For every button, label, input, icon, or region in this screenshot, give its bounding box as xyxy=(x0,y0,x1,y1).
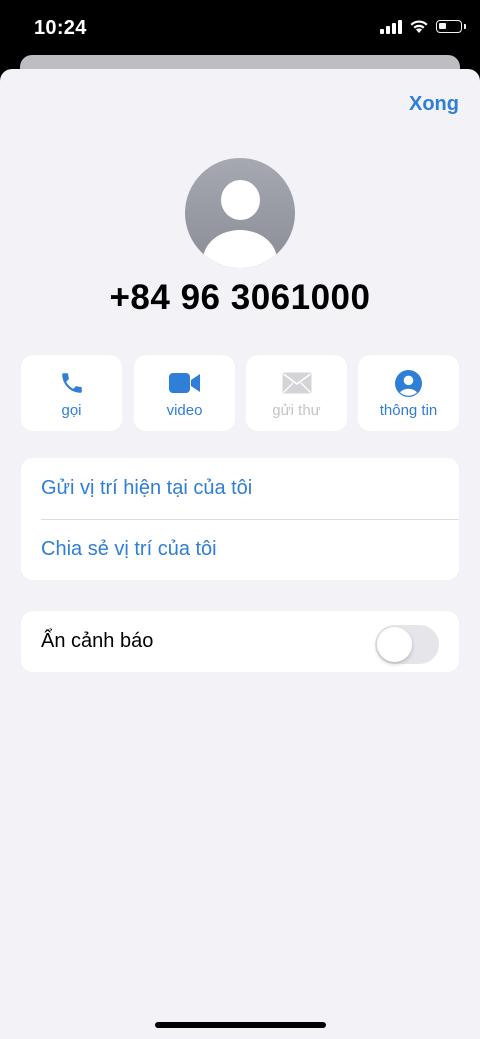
done-button[interactable]: Xong xyxy=(409,93,459,116)
info-button[interactable]: thông tin xyxy=(358,355,459,431)
person-circle-icon xyxy=(395,369,422,397)
send-current-location-row[interactable]: Gửi vị trí hiện tại của tôi xyxy=(21,458,459,519)
home-indicator xyxy=(155,1022,326,1028)
share-location-row[interactable]: Chia sẻ vị trí của tôi xyxy=(21,519,459,580)
mail-button[interactable]: gửi thư xyxy=(246,355,347,431)
status-bar: 10:24 xyxy=(0,0,480,60)
phone-number: +84 96 3061000 xyxy=(109,278,371,317)
avatar-body xyxy=(203,230,277,268)
hide-alerts-row: Ẩn cảnh báo xyxy=(21,611,459,672)
video-camera-icon xyxy=(168,373,200,393)
call-label: gọi xyxy=(61,402,82,419)
video-label: video xyxy=(166,402,203,419)
battery-icon xyxy=(436,20,466,33)
status-time: 10:24 xyxy=(34,17,87,39)
cellular-signal-icon xyxy=(380,19,402,34)
alerts-group: Ẩn cảnh báo xyxy=(21,611,459,672)
mail-icon xyxy=(282,372,311,394)
status-icons xyxy=(380,19,466,34)
info-label: thông tin xyxy=(379,402,438,419)
hide-alerts-toggle[interactable] xyxy=(375,625,439,664)
avatar xyxy=(185,158,295,268)
mail-label: gửi thư xyxy=(272,402,321,419)
wifi-icon xyxy=(410,20,428,33)
location-group: Gửi vị trí hiện tại của tôi Chia sẻ vị t… xyxy=(21,458,459,580)
toggle-knob xyxy=(377,627,412,662)
action-buttons: gọi video gửi thư thông tin xyxy=(21,355,459,431)
avatar-head xyxy=(221,180,260,220)
call-button[interactable]: gọi xyxy=(21,355,122,431)
hide-alerts-label: Ẩn cảnh báo xyxy=(41,630,154,652)
phone-icon xyxy=(61,373,82,393)
video-button[interactable]: video xyxy=(134,355,235,431)
